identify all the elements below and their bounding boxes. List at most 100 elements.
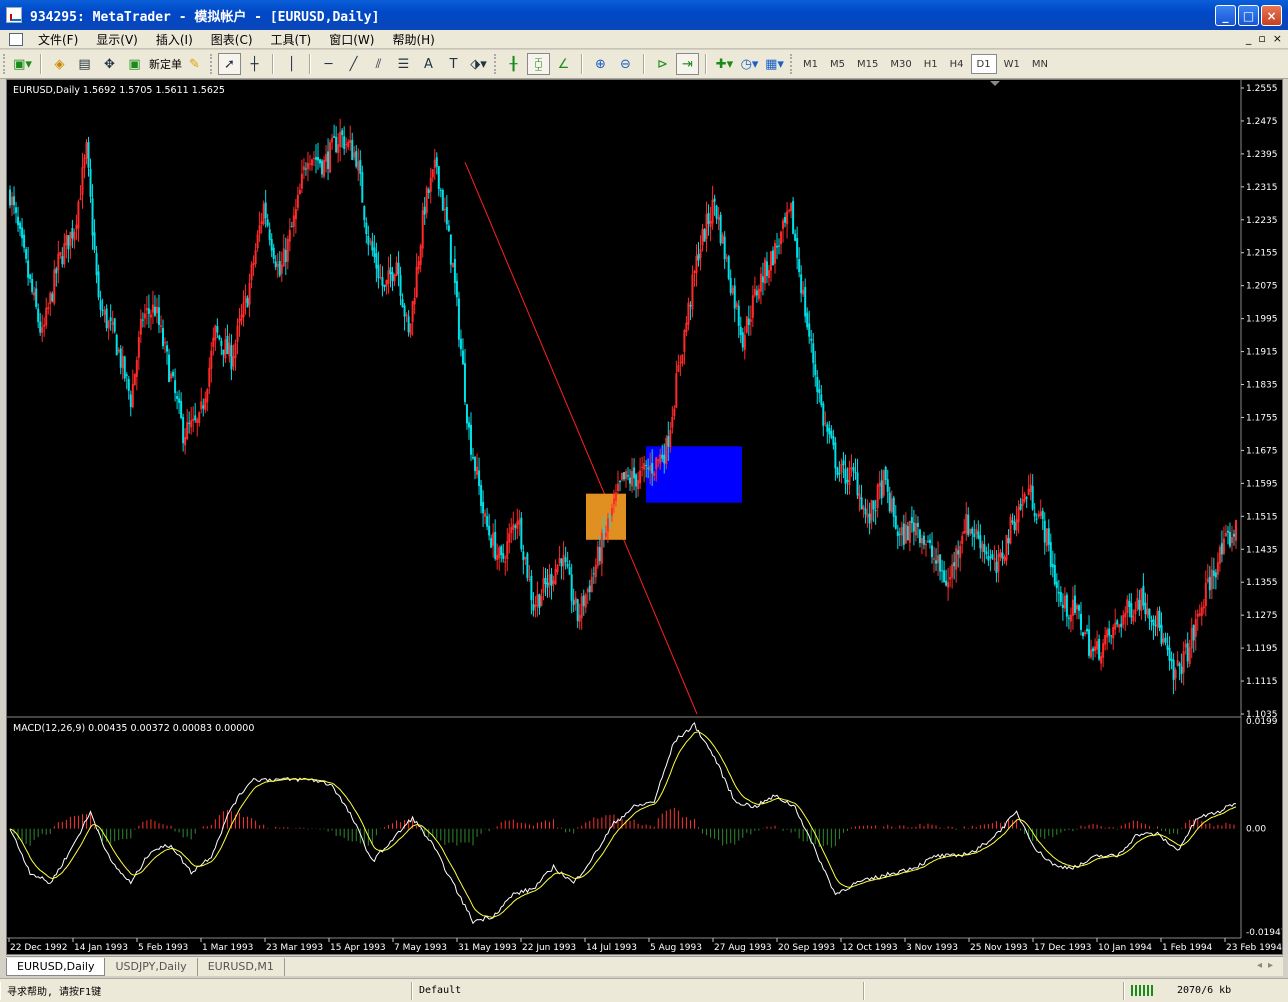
candle-body — [816, 376, 819, 392]
price-chart[interactable]: 1.2555 1.2475 1.2395 1.2315 1.2235 1.2155 1.20… — [7, 80, 1282, 954]
indicators-icon[interactable]: ✚▾ — [713, 53, 736, 75]
close-button[interactable]: × — [1261, 5, 1282, 26]
candle-body — [1144, 602, 1147, 614]
candle-body — [757, 288, 760, 299]
cursor-icon[interactable]: ➚ — [218, 53, 241, 75]
candle-body — [586, 588, 589, 593]
periods-icon[interactable]: ◷▾ — [738, 53, 761, 75]
connection-bars-icon — [1131, 985, 1153, 996]
candle-body — [693, 271, 696, 274]
date-label: 31 May 1993 — [458, 943, 517, 953]
crosshair-icon[interactable]: ┼ — [243, 53, 266, 75]
candle-body — [663, 454, 666, 464]
candle-body — [735, 303, 738, 307]
chart-window[interactable]: 1.2555 1.2475 1.2395 1.2315 1.2235 1.2155 1.20… — [6, 79, 1283, 955]
candle-body — [490, 538, 493, 548]
menu-help[interactable]: 帮助(H) — [383, 31, 443, 48]
candle-body — [854, 471, 857, 473]
timeframe-mn[interactable]: MN — [1027, 54, 1053, 74]
vertical-line-icon[interactable]: │ — [280, 53, 303, 75]
new-chart-icon[interactable]: ▣▾ — [11, 53, 34, 75]
timeframe-h4[interactable]: H4 — [945, 54, 969, 74]
candle-body — [562, 554, 565, 567]
candle-body — [71, 227, 74, 239]
candle-body — [570, 574, 573, 601]
mdi-minimize-button[interactable]: _ — [1246, 32, 1252, 45]
menu-charts[interactable]: 图表(C) — [202, 31, 262, 48]
candle-body — [129, 394, 132, 408]
market-watch-icon[interactable]: ◈ — [48, 53, 71, 75]
candle-body — [349, 139, 352, 144]
zoom-out-icon[interactable]: ⊖ — [614, 53, 637, 75]
candle-body — [997, 553, 1000, 572]
chart-shift-icon[interactable]: ⇥ — [676, 53, 699, 75]
candle-body — [888, 492, 891, 512]
candle-body — [194, 415, 197, 421]
candle-body — [981, 543, 984, 552]
candle-body — [558, 557, 561, 564]
candlestick-chart-icon[interactable]: ⧮ — [527, 53, 550, 75]
mdi-close-button[interactable]: × — [1273, 32, 1282, 45]
timeframe-m1[interactable]: M1 — [798, 54, 823, 74]
line-chart-icon[interactable]: ∠ — [552, 53, 575, 75]
menu-file[interactable]: 文件(F) — [29, 31, 87, 48]
candle-body — [347, 141, 350, 148]
candle-body — [629, 477, 632, 484]
toolbar-grip[interactable] — [3, 54, 6, 74]
candle-body — [381, 277, 384, 286]
minimize-button[interactable]: _ — [1215, 5, 1236, 26]
candle-body — [967, 514, 970, 536]
text-label-icon[interactable]: T — [442, 53, 465, 75]
candle-body — [103, 310, 106, 315]
candle-body — [560, 558, 563, 567]
candle-body — [612, 498, 615, 505]
fibonacci-icon[interactable]: ☰ — [392, 53, 415, 75]
equidistant-channel-icon[interactable]: ⫽ — [367, 53, 390, 75]
candle-body — [109, 317, 112, 321]
candle-body — [59, 251, 62, 256]
candle-body — [1116, 620, 1119, 625]
candle-body — [1146, 608, 1149, 616]
candle-body — [1033, 512, 1036, 517]
expert-advisors-icon[interactable]: ✎ — [183, 53, 206, 75]
zoom-in-icon[interactable]: ⊕ — [589, 53, 612, 75]
menu-tools[interactable]: 工具(T) — [262, 31, 321, 48]
candle-body — [608, 514, 611, 517]
new-order-button[interactable]: 新定单 — [149, 56, 182, 72]
terminal-icon[interactable]: ✥ — [98, 53, 121, 75]
candle-body — [782, 220, 785, 229]
candle-body — [1049, 542, 1052, 567]
text-icon[interactable]: A — [417, 53, 440, 75]
tab-usdjpy-daily[interactable]: USDJPY,Daily — [105, 958, 198, 976]
candle-body — [95, 253, 98, 276]
tab-eurusd-daily[interactable]: EURUSD,Daily — [6, 958, 106, 976]
new-order-icon[interactable]: ▣ — [123, 53, 146, 75]
horizontal-line-icon[interactable]: ─ — [317, 53, 340, 75]
maximize-button[interactable]: □ — [1238, 5, 1259, 26]
menu-view[interactable]: 显示(V) — [87, 31, 147, 48]
auto-scroll-icon[interactable]: ⊳ — [651, 53, 674, 75]
navigator-icon[interactable]: ▤ — [73, 53, 96, 75]
templates-icon[interactable]: ▦▾ — [763, 53, 786, 75]
candle-body — [264, 202, 267, 219]
tab-scroll-arrows-icon[interactable]: ◂▸ — [1257, 960, 1279, 971]
timeframe-h1[interactable]: H1 — [919, 54, 943, 74]
timeframe-d1[interactable]: D1 — [970, 54, 997, 74]
arrows-icon[interactable]: ⬗▾ — [467, 53, 490, 75]
timeframe-m30[interactable]: M30 — [885, 54, 916, 74]
trendline-icon[interactable]: ╱ — [342, 53, 365, 75]
menu-bar: 文件(F) 显示(V) 插入(I) 图表(C) 工具(T) 窗口(W) 帮助(H… — [0, 30, 1288, 49]
timeframe-m5[interactable]: M5 — [825, 54, 850, 74]
timeframe-m15[interactable]: M15 — [852, 54, 883, 74]
candle-body — [681, 354, 684, 364]
timeframe-w1[interactable]: W1 — [999, 54, 1025, 74]
menu-window[interactable]: 窗口(W) — [320, 31, 383, 48]
document-icon[interactable] — [9, 32, 23, 46]
candle-body — [580, 596, 583, 619]
candle-body — [470, 424, 473, 455]
mdi-restore-button[interactable]: ▫ — [1258, 32, 1265, 45]
menu-insert[interactable]: 插入(I) — [147, 31, 202, 48]
candle-body — [884, 467, 887, 480]
bar-chart-icon[interactable]: ╂ — [502, 53, 525, 75]
tab-eurusd-m1[interactable]: EURUSD,M1 — [198, 958, 285, 976]
